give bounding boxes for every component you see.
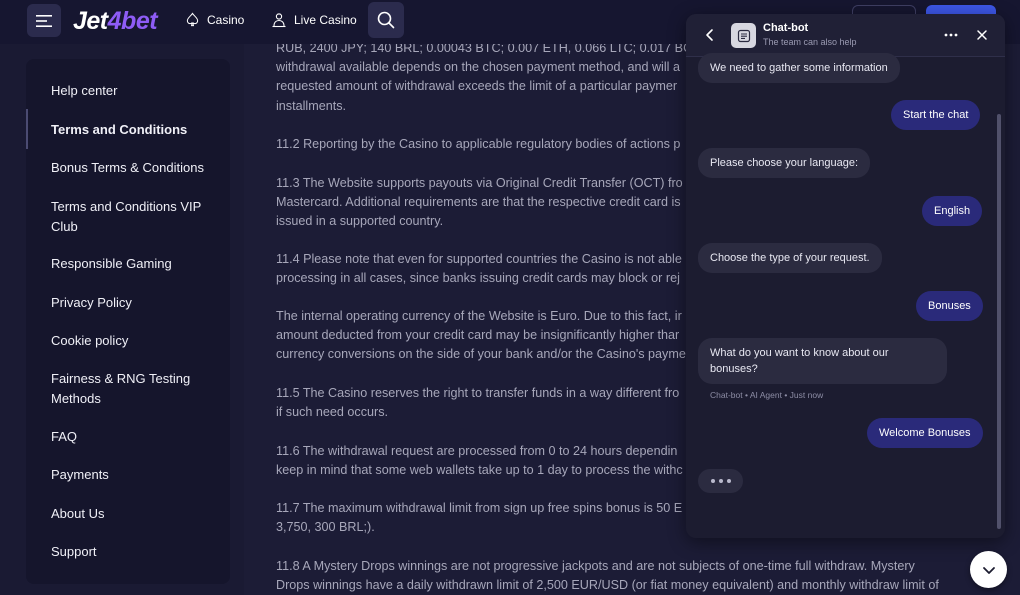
menu-button[interactable]: [27, 4, 61, 37]
bot-document-icon: [737, 29, 750, 42]
chat-close-button[interactable]: [973, 26, 991, 44]
bot-message: What do you want to know about our bonus…: [698, 338, 947, 384]
nav-casino[interactable]: Casino: [185, 12, 244, 27]
sidebar-item-help-center[interactable]: Help center: [51, 81, 221, 101]
search-button[interactable]: [368, 2, 404, 38]
chevron-down-icon: [982, 566, 995, 574]
site-logo[interactable]: Jet4bet: [73, 7, 158, 36]
bot-message: Please choose your language:: [698, 148, 870, 178]
chat-scrollbar[interactable]: [997, 114, 1001, 529]
search-icon: [377, 11, 395, 29]
sidebar-item-fairness-rng[interactable]: Fairness & RNG Testing Methods: [51, 369, 201, 408]
chat-toggle-button[interactable]: [970, 551, 1007, 588]
typing-dot: [726, 479, 731, 483]
bot-message: We need to gather some information: [698, 53, 900, 83]
paragraph: 11.8 A Mystery Drops winnings are not pr…: [276, 557, 966, 595]
user-message[interactable]: Bonuses: [916, 291, 983, 321]
chat-more-button[interactable]: [942, 26, 960, 44]
sidebar-item-bonus-terms[interactable]: Bonus Terms & Conditions: [51, 158, 221, 178]
sidebar-item-terms[interactable]: Terms and Conditions: [51, 120, 221, 140]
chat-message-meta: Chat-bot • AI Agent • Just now: [710, 390, 824, 400]
text-line: Drops winnings have a daily withdrawn li…: [276, 578, 939, 593]
sidebar-item-privacy-policy[interactable]: Privacy Policy: [51, 293, 221, 313]
user-message[interactable]: Start the chat: [891, 100, 981, 130]
close-icon: [977, 30, 987, 40]
sidebar-item-cookie-policy[interactable]: Cookie policy: [51, 331, 221, 351]
chat-bot-avatar: [731, 23, 756, 48]
chat-back-button[interactable]: [702, 27, 718, 43]
nav-live-casino[interactable]: Live Casino: [271, 12, 357, 28]
active-indicator: [26, 109, 28, 149]
more-horizontal-icon: [944, 33, 958, 37]
user-message[interactable]: English: [922, 196, 983, 226]
spade-icon: [186, 12, 199, 27]
user-message[interactable]: Welcome Bonuses: [867, 418, 983, 448]
bot-message: Choose the type of your request.: [698, 243, 882, 273]
text-line: 11.8 A Mystery Drops winnings are not pr…: [276, 559, 915, 573]
chevron-left-icon: [706, 29, 713, 41]
logo-accent: 4bet: [107, 7, 158, 35]
sidebar-item-responsible-gaming[interactable]: Responsible Gaming: [51, 254, 221, 274]
chat-subtitle: The team can also help: [763, 37, 857, 47]
chat-widget: Chat-bot The team can also help We need …: [686, 14, 1005, 538]
hamburger-icon: [36, 14, 52, 27]
typing-indicator: [698, 469, 743, 493]
sidebar-item-support[interactable]: Support: [51, 542, 221, 562]
sidebar-item-payments[interactable]: Payments: [51, 465, 221, 485]
logo-main: Jet: [73, 7, 108, 35]
typing-dot: [718, 479, 723, 483]
nav-casino-label: Casino: [207, 12, 245, 27]
sidebar-item-vip-terms[interactable]: Terms and Conditions VIP Club: [51, 197, 216, 236]
typing-dot: [710, 479, 715, 483]
chat-title: Chat-bot: [763, 22, 809, 34]
chat-header: Chat-bot The team can also help: [686, 14, 1005, 57]
sidebar-item-faq[interactable]: FAQ: [51, 427, 221, 447]
sidebar-item-about-us[interactable]: About Us: [51, 504, 221, 524]
help-sidebar: Help center Terms and Conditions Bonus T…: [26, 59, 230, 584]
dealer-icon: [272, 13, 286, 28]
nav-live-casino-label: Live Casino: [294, 13, 357, 27]
